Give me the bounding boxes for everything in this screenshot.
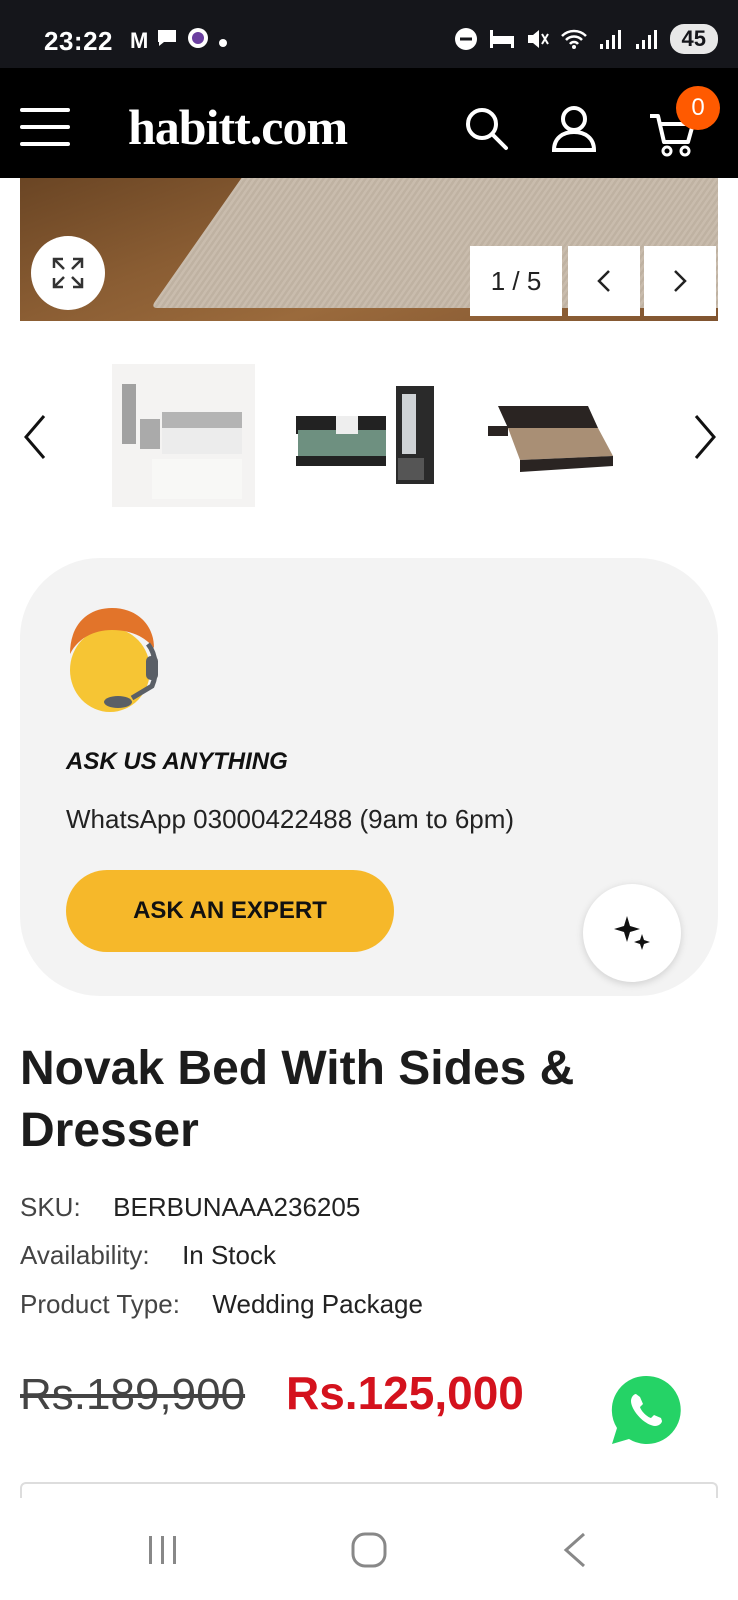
product-title: Novak Bed With Sides & Dresser	[20, 1042, 575, 1157]
app-badge-icon	[186, 26, 210, 56]
recent-apps-icon[interactable]	[143, 1530, 183, 1570]
cart-count-badge[interactable]: 0	[676, 86, 720, 130]
system-icons: 45	[454, 24, 718, 54]
site-logo[interactable]: habitt.com	[128, 98, 348, 156]
mcdonalds-icon: M	[130, 28, 149, 53]
menu-icon[interactable]	[20, 108, 70, 146]
bed-thumbnail-image	[488, 406, 613, 472]
site-header: habitt.com 0	[0, 68, 738, 178]
sale-price: Rs.125,000	[286, 1367, 524, 1419]
signal-icon-2	[635, 30, 657, 49]
prev-image-button[interactable]	[568, 246, 640, 316]
thumbnail-2[interactable]	[296, 364, 439, 507]
chevron-left-icon	[597, 270, 610, 292]
chat-icon	[156, 28, 178, 54]
home-icon[interactable]	[349, 1530, 389, 1570]
product-type-label: Product Type:	[20, 1289, 180, 1319]
ai-assistant-button[interactable]	[583, 884, 681, 982]
search-icon[interactable]	[462, 104, 510, 152]
mute-icon	[527, 30, 549, 48]
back-icon[interactable]	[556, 1530, 596, 1570]
sparkle-icon	[614, 916, 650, 950]
support-agent-icon	[70, 608, 158, 712]
expand-image-button[interactable]	[31, 236, 105, 310]
availability-value: In Stock	[182, 1240, 276, 1270]
thumbnail-next-arrow[interactable]	[690, 412, 720, 462]
bed-icon	[489, 30, 514, 48]
account-icon[interactable]	[550, 104, 598, 152]
signal-icon	[599, 30, 621, 49]
image-counter: 1 / 5	[470, 246, 562, 316]
status-time: 23:22	[44, 26, 113, 56]
dnd-icon	[454, 28, 477, 50]
status-bar: 23:22 M 45	[0, 0, 738, 68]
thumbnail-3[interactable]	[478, 364, 621, 507]
ask-expert-button[interactable]: ASK AN EXPERT	[66, 870, 394, 952]
product-type-value: Wedding Package	[212, 1289, 423, 1319]
chevron-right-icon	[674, 270, 687, 292]
availability-row: Availability: In Stock	[20, 1240, 276, 1271]
next-image-button[interactable]	[644, 246, 716, 316]
product-type-row: Product Type: Wedding Package	[20, 1289, 423, 1320]
ask-title: ASK US ANYTHING	[66, 748, 288, 775]
bedroom-thumbnail-image	[112, 364, 255, 507]
expand-icon	[52, 257, 84, 289]
sku-value: BERBUNAAA236205	[113, 1192, 361, 1222]
sku-label: SKU:	[20, 1192, 81, 1222]
thumbnail-prev-arrow[interactable]	[20, 412, 50, 462]
battery-indicator: 45	[669, 24, 718, 54]
thumbnail-1[interactable]	[112, 364, 255, 507]
notification-icons: M	[130, 26, 228, 56]
wifi-icon	[560, 29, 587, 49]
whatsapp-icon[interactable]	[608, 1372, 684, 1448]
bed-dresser-thumbnail-image	[296, 386, 434, 484]
sku-row: SKU: BERBUNAAA236205	[20, 1192, 360, 1223]
whatsapp-contact-text: WhatsApp 03000422488 (9am to 6pm)	[66, 804, 515, 834]
original-price: Rs.189,900	[20, 1370, 246, 1419]
availability-label: Availability:	[20, 1240, 150, 1270]
dot-icon	[218, 28, 228, 54]
